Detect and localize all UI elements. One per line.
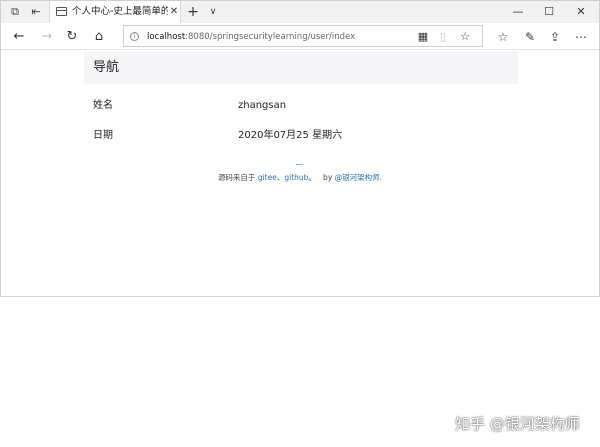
name-label: 姓名	[93, 100, 113, 111]
back-button[interactable]: ←	[11, 29, 27, 45]
minimize-button[interactable]: —	[511, 4, 525, 20]
address-bar[interactable]: i localhost:8080/springsecuritylearning/…	[123, 25, 483, 47]
tab-actions-icon[interactable]: ⧉	[8, 5, 22, 19]
maximize-button[interactable]: ☐	[542, 4, 556, 20]
forward-button[interactable]: →	[39, 29, 55, 45]
new-tab-button[interactable]: +	[186, 4, 200, 20]
url-text[interactable]: localhost:8080/springsecuritylearning/us…	[147, 30, 355, 44]
favorites-hub-icon[interactable]: ☆	[496, 29, 510, 45]
tab-bar: ⧉ ⇤ 个人中心-史上最简单的 ✕ + ∨ — ☐ ✕	[1, 1, 599, 23]
tab-active[interactable]: 个人中心-史上最简单的	[49, 1, 181, 23]
footer-suffix: .	[379, 173, 383, 182]
footer-divider	[296, 164, 303, 165]
nav-title: 导航	[93, 60, 120, 75]
favorite-star-icon[interactable]: ☆	[459, 30, 471, 44]
nav-header: 导航	[84, 51, 518, 84]
github-link[interactable]: github	[284, 173, 308, 182]
url-host: localhost	[147, 32, 186, 42]
name-value: zhangsan	[238, 100, 287, 111]
gitee-link[interactable]: gitee	[258, 173, 277, 182]
page-favicon-icon	[56, 7, 67, 16]
page-content: 导航 姓名 zhangsan 日期 2020年07月25 星期六 源码来自于 g…	[1, 51, 599, 296]
author-link[interactable]: @银河架构师	[335, 173, 380, 182]
tab-list-chevron-icon[interactable]: ∨	[206, 5, 220, 19]
tab-title: 个人中心-史上最简单的	[72, 6, 168, 17]
watermark: 知乎 @银河架构师	[455, 415, 580, 433]
more-icon[interactable]: ⋯	[574, 29, 588, 45]
close-window-button[interactable]: ✕	[574, 4, 588, 20]
footer-sep-2: 。 by	[308, 173, 335, 182]
date-value: 2020年07月25 星期六	[238, 130, 343, 141]
footer-prefix: 源码来自于	[217, 173, 258, 182]
info-row-name: 姓名 zhangsan	[93, 99, 513, 113]
set-tabs-aside-icon[interactable]: ⇤	[29, 5, 43, 19]
footer: 源码来自于 gitee、github。 by @银河架构师.	[1, 172, 599, 184]
navigation-bar: ← → ↻ ⌂ i localhost:8080/springsecurityl…	[1, 23, 599, 50]
info-row-date: 日期 2020年07月25 星期六	[93, 129, 513, 143]
site-info-icon[interactable]: i	[130, 32, 139, 41]
reading-view-icon[interactable]: ▯	[437, 30, 449, 44]
home-button[interactable]: ⌂	[91, 29, 107, 45]
web-notes-icon[interactable]: ✎	[523, 29, 537, 45]
tab-close-icon[interactable]: ✕	[168, 5, 180, 19]
date-label: 日期	[93, 130, 113, 141]
url-path: :8080/springsecuritylearning/user/index	[185, 32, 356, 42]
browser-window: ⧉ ⇤ 个人中心-史上最简单的 ✕ + ∨ — ☐ ✕ ← → ↻ ⌂ i lo…	[0, 0, 600, 297]
qr-code-icon[interactable]: ▦	[417, 30, 429, 44]
refresh-button[interactable]: ↻	[64, 29, 80, 45]
share-icon[interactable]: ⇪	[548, 29, 562, 45]
